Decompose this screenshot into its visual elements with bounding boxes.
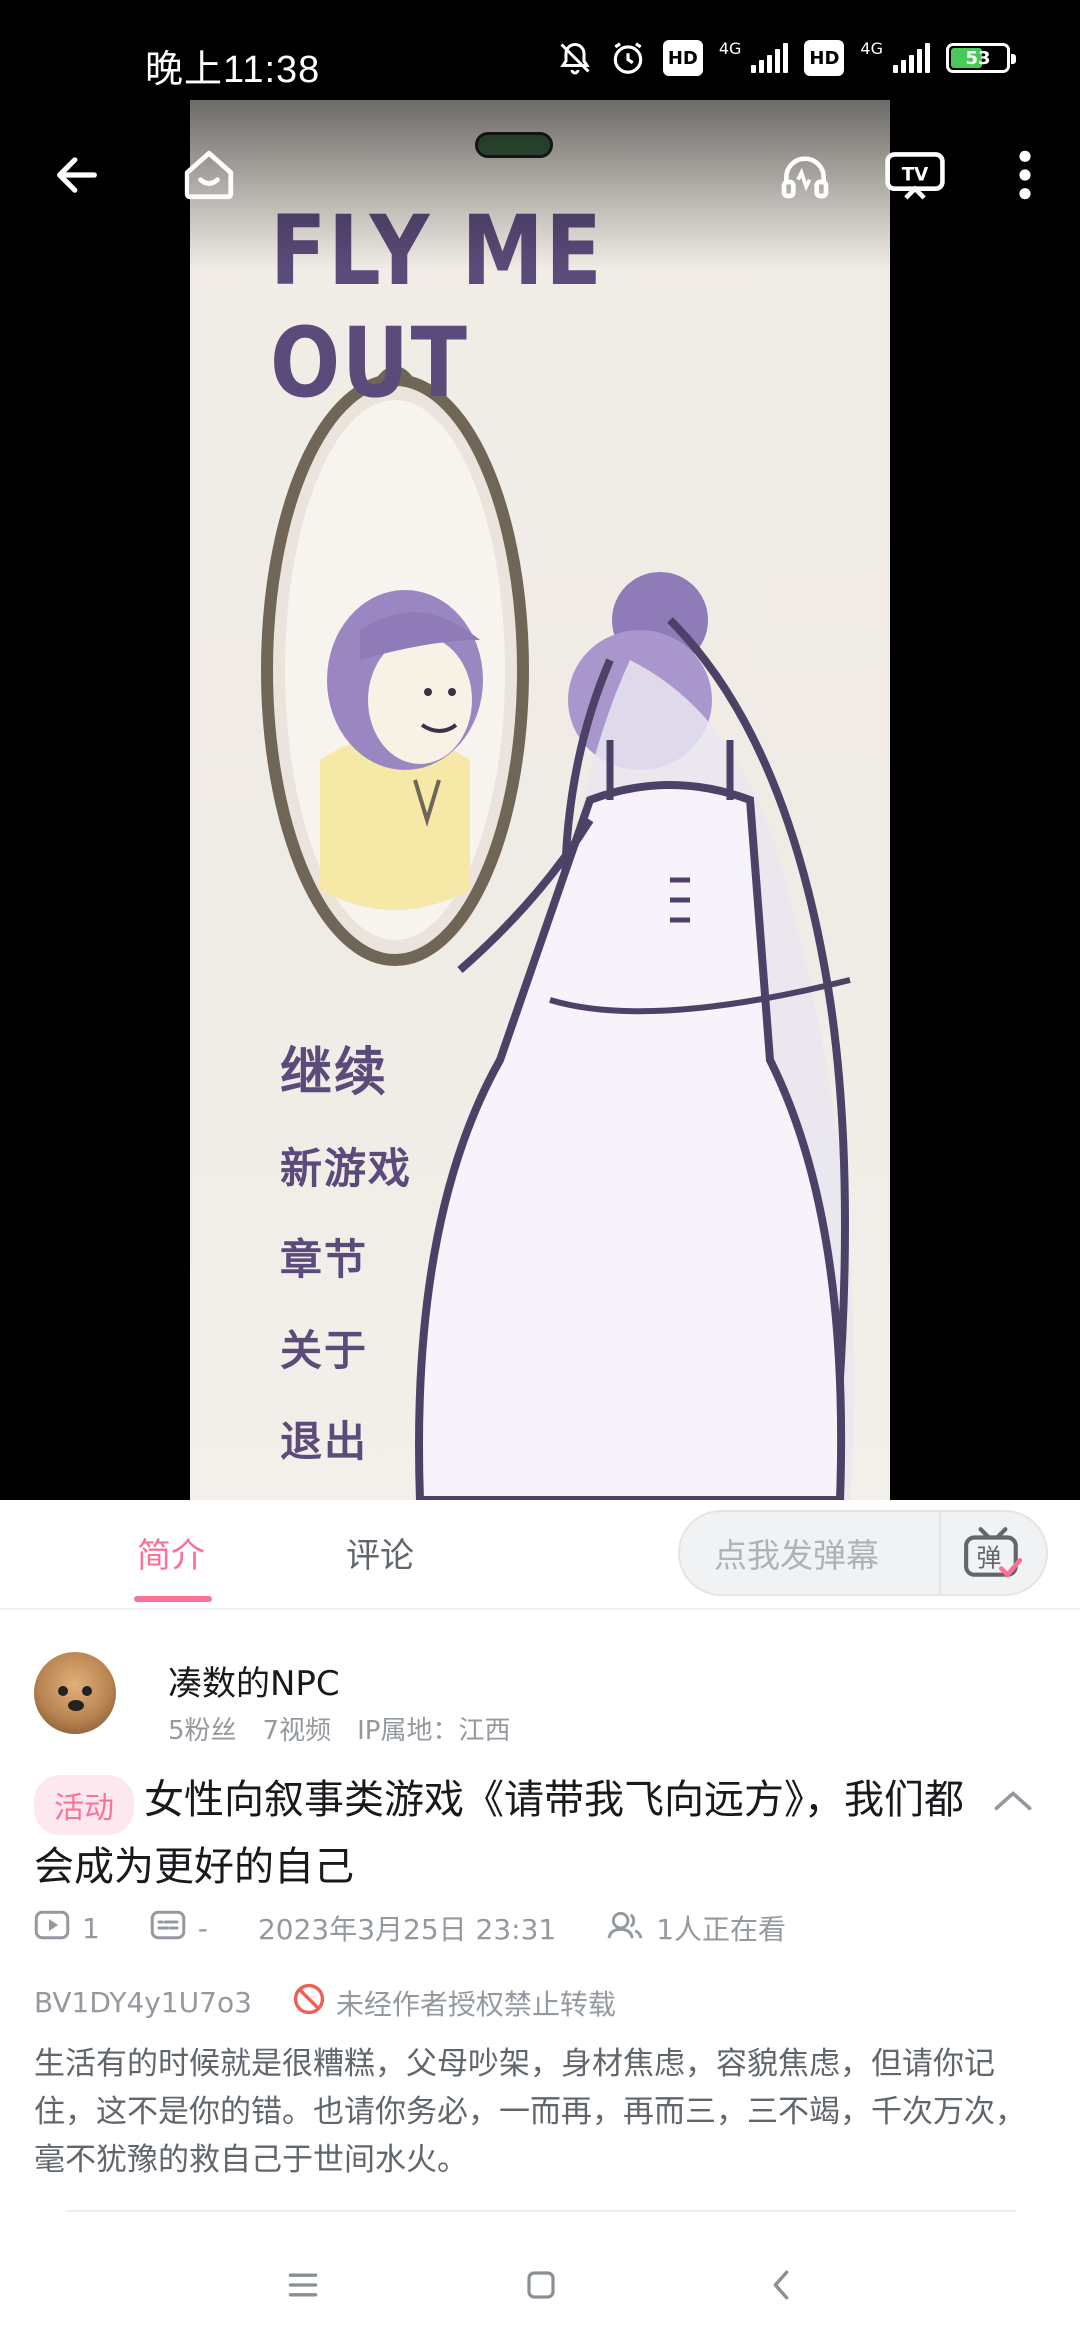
signal-icon-2 — [893, 43, 930, 73]
video-description: 生活有的时候就是很糟糕，父母吵架，身材焦虑，容貌焦虑，但请你记住，这不是你的错。… — [34, 2046, 1026, 2178]
system-nav-bar — [0, 2230, 1080, 2340]
no-repost-icon — [292, 1982, 326, 2023]
headphones-icon[interactable] — [770, 140, 840, 210]
game-title: FLY ME OUT — [270, 195, 604, 419]
video-title: 女性向叙事类游戏《请带我飞向远方》，我们都会成为更好的自己 — [34, 1777, 964, 1890]
more-vert-icon[interactable] — [990, 140, 1060, 210]
tv-cast-icon[interactable]: TV — [880, 140, 950, 210]
alarm-icon — [609, 40, 647, 76]
video-frame[interactable]: FLY ME OUT 继续 新游戏 章节 关于 退出 — [190, 100, 890, 1500]
author-videos: 7视频 — [262, 1716, 332, 1746]
game-menu-about: 关于 — [280, 1326, 369, 1375]
danmaku-input[interactable]: 点我发弹幕 弹 — [678, 1510, 1048, 1596]
player-controls: TV — [0, 140, 1080, 220]
author-meta: 5粉丝 7视频 IP属地：江西 — [168, 1710, 510, 1747]
tabs-bar: 简介 评论 点我发弹幕 弹 — [0, 1500, 1080, 1610]
avatar[interactable] — [34, 1652, 116, 1734]
author-ip: IP属地：江西 — [357, 1716, 511, 1746]
status-icons: HD 4G HD 4G 53 — [557, 38, 1016, 76]
stats-row: 1 - 2023年3月25日 23:31 1人正在看 — [34, 1908, 786, 1948]
menu-icon[interactable] — [278, 2260, 328, 2310]
home-square-icon[interactable] — [516, 2260, 566, 2310]
home-icon[interactable] — [174, 140, 244, 210]
danmaku-placeholder: 点我发弹幕 — [714, 1536, 879, 1575]
play-count-icon — [34, 1909, 70, 1948]
game-menu-exit: 退出 — [280, 1417, 369, 1466]
tab-comments[interactable]: 评论 — [346, 1528, 414, 1577]
network-type: 4G — [718, 38, 742, 58]
game-menu-new-game: 新游戏 — [280, 1144, 413, 1193]
bvid-row: BV1DY4y1U7o3 未经作者授权禁止转载 — [34, 1982, 616, 2023]
game-menu-continue: 继续 — [280, 1043, 389, 1103]
battery-icon: 53 — [946, 43, 1016, 73]
tab-intro[interactable]: 简介 — [137, 1528, 205, 1577]
game-menu: 继续 新游戏 章节 关于 退出 — [280, 1030, 412, 1469]
divider — [66, 2210, 1016, 2212]
publish-datetime: 2023年3月25日 23:31 — [257, 1913, 557, 1946]
signal-icon — [751, 43, 789, 73]
danmaku-count: - — [197, 1911, 208, 1945]
status-bar: 晚上11:38 HD 4G HD 4G 53 — [0, 0, 1080, 100]
video-title-row: 活动 女性向叙事类游戏《请带我飞向远方》，我们都会成为更好的自己 — [34, 1772, 994, 1895]
watching-icon — [606, 1909, 644, 1948]
danmaku-toggle-label: 弹 — [977, 1543, 1002, 1572]
copyright-notice: 未经作者授权禁止转载 — [335, 1987, 616, 2021]
status-time: 晚上11:38 — [145, 49, 321, 91]
back-arrow-icon[interactable] — [42, 140, 112, 210]
mute-bell-icon — [557, 40, 593, 76]
bvid[interactable]: BV1DY4y1U7o3 — [34, 1986, 252, 2019]
danmaku-toggle-icon[interactable]: 弹 — [941, 1510, 1046, 1596]
danmaku-count-icon — [150, 1909, 186, 1948]
watching-count: 1人正在看 — [656, 1913, 787, 1946]
back-chevron-icon[interactable] — [756, 2260, 806, 2310]
game-menu-chapters: 章节 — [280, 1235, 369, 1284]
play-count: 1 — [82, 1911, 100, 1945]
svg-text:TV: TV — [902, 165, 929, 186]
chevron-up-icon[interactable] — [988, 1780, 1038, 1820]
hd-badge: HD — [662, 40, 703, 76]
author-name[interactable]: 凑数的NPC — [168, 1656, 340, 1705]
activity-badge[interactable]: 活动 — [34, 1774, 134, 1835]
tab-indicator — [134, 1596, 212, 1602]
video-player[interactable]: FLY ME OUT 继续 新游戏 章节 关于 退出 晚上11:38 HD 4G… — [0, 0, 1080, 1500]
hd-badge-2: HD — [804, 40, 845, 76]
author-fans: 5粉丝 — [168, 1716, 237, 1746]
network-type-2: 4G — [860, 38, 883, 58]
